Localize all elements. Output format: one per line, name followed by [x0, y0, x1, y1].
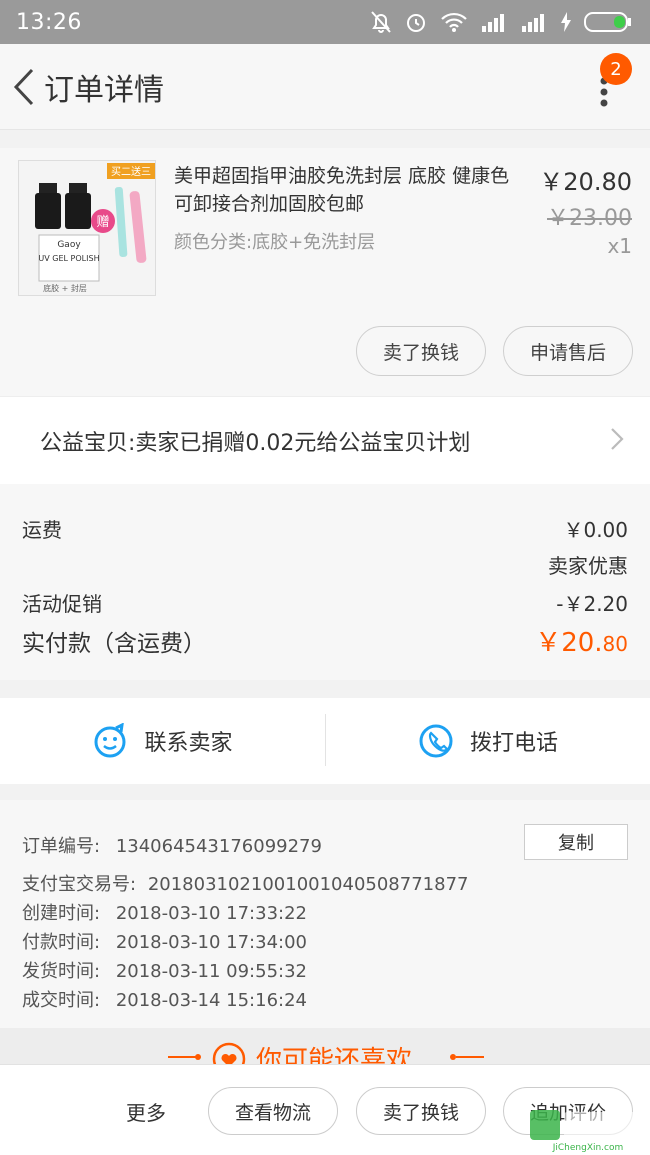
alipay-row: 支付宝交易号: 2018031021001001040508771877 — [22, 870, 468, 896]
order-number: 134064543176099279 — [115, 836, 322, 857]
paid-amount: ￥20.80 — [535, 622, 628, 659]
shipped-row: 发货时间: 2018-03-11 09:55:32 — [22, 957, 307, 983]
phone-icon — [419, 724, 453, 758]
created-label: 创建时间: — [22, 903, 101, 924]
seller-discount-note: 卖家优惠 — [548, 554, 628, 578]
signal-icon — [482, 14, 504, 32]
sell-again-button[interactable]: 卖了换钱 — [356, 1087, 486, 1135]
contact-bar: 联系卖家 拨打电话 — [0, 698, 650, 784]
created-time: 2018-03-10 17:33:22 — [115, 903, 307, 924]
mute-icon — [371, 11, 391, 33]
copy-button[interactable]: 复制 — [524, 824, 628, 860]
order-number-row: 订单编号: 134064543176099279 — [22, 832, 322, 858]
paid-row: 付款时间: 2018-03-10 17:34:00 — [22, 928, 307, 954]
product-price: ￥20.80 — [539, 168, 632, 196]
notification-badge: 2 — [600, 53, 632, 85]
product-image[interactable]: 买二送三 赠 Gaoy UV GEL POLISH 底胶 + 封层 — [18, 160, 156, 296]
completed-label: 成交时间: — [22, 990, 101, 1011]
created-row: 创建时间: 2018-03-10 17:33:22 — [22, 899, 307, 925]
shipped-time: 2018-03-11 09:55:32 — [115, 961, 307, 982]
shipping-value: ￥0.00 — [563, 518, 628, 542]
chat-face-icon — [94, 723, 126, 758]
paid-time: 2018-03-10 17:34:00 — [115, 932, 307, 953]
site-watermark-logo: JiChengXin.com — [528, 1108, 648, 1154]
original-price: ￥23.00 — [547, 206, 632, 231]
back-button[interactable] — [4, 57, 44, 117]
watermark-logo: JiChengXin.com — [530, 1110, 642, 1153]
wifi-icon — [441, 12, 467, 32]
status-bar: 13:26 — [0, 0, 650, 44]
sell-button[interactable]: 卖了换钱 — [356, 326, 486, 376]
call-phone-label: 拨打电话 — [469, 731, 558, 756]
alarm-icon — [407, 14, 425, 32]
battery-icon — [584, 12, 631, 32]
alipay-label: 支付宝交易号: — [22, 874, 137, 895]
after-sales-button[interactable]: 申请售后 — [503, 326, 633, 376]
promo-value: -￥2.20 — [556, 592, 628, 616]
alipay-number: 2018031021001001040508771877 — [147, 874, 469, 895]
cost-summary: 运费 ￥0.00 卖家优惠 活动促销 -￥2.20 实付款（含运费） ￥20.8… — [0, 484, 650, 680]
charging-icon — [561, 12, 571, 32]
svg-text:买二送三: 买二送三 — [111, 165, 151, 178]
contact-seller-label: 联系卖家 — [144, 731, 233, 756]
product-card[interactable]: 买二送三 赠 Gaoy UV GEL POLISH 底胶 + 封层 美甲超固指甲… — [0, 148, 650, 396]
nav-bar: 订单详情 2 — [0, 44, 650, 130]
view-logistics-button[interactable]: 查看物流 — [208, 1087, 338, 1135]
signal-icon — [522, 14, 544, 32]
order-info: 订单编号: 134064543176099279 复制 支付宝交易号: 2018… — [0, 800, 650, 1028]
svg-text:底胶 + 封层: 底胶 + 封层 — [43, 283, 87, 293]
product-quantity: x1 — [607, 234, 632, 258]
svg-text:Gaoy: Gaoy — [57, 240, 81, 250]
charity-text: 公益宝贝:卖家已捐赠0.02元给公益宝贝计划 — [40, 431, 471, 456]
decor-line-right — [450, 1054, 484, 1060]
more-button[interactable]: 更多 — [126, 1097, 166, 1126]
status-icons — [370, 10, 632, 34]
decor-line-left — [168, 1054, 201, 1060]
svg-text:JiChengXin.com: JiChengXin.com — [552, 1143, 624, 1153]
shipping-label: 运费 — [22, 518, 62, 542]
charity-row[interactable]: 公益宝贝:卖家已捐赠0.02元给公益宝贝计划 — [0, 396, 650, 484]
chevron-right-icon — [611, 428, 624, 450]
status-time: 13:26 — [16, 9, 82, 35]
svg-text:UV GEL POLISH: UV GEL POLISH — [38, 254, 99, 263]
paid-label: 实付款（含运费） — [22, 631, 206, 657]
recommend-section: 你可能还喜欢 — [0, 1028, 650, 1068]
contact-seller-button[interactable]: 联系卖家 — [0, 698, 325, 784]
paid-time-label: 付款时间: — [22, 932, 101, 953]
page-title: 订单详情 — [44, 72, 164, 108]
call-phone-button[interactable]: 拨打电话 — [326, 698, 650, 784]
completed-time: 2018-03-14 15:16:24 — [115, 990, 307, 1011]
completed-row: 成交时间: 2018-03-14 15:16:24 — [22, 986, 307, 1012]
paid-amount-decimal: 80 — [602, 632, 628, 656]
paid-amount-main: ￥20. — [535, 628, 603, 658]
svg-text:赠: 赠 — [96, 215, 109, 230]
shipped-label: 发货时间: — [22, 961, 101, 982]
promo-label: 活动促销 — [22, 592, 102, 616]
product-sku: 颜色分类:底胶+免洗封层 — [174, 232, 376, 253]
product-title[interactable]: 美甲超固指甲油胶免洗封层 底胶 健康色 可卸接合剂加固胶包邮 — [174, 162, 534, 218]
order-number-label: 订单编号: — [22, 836, 101, 857]
chevron-left-icon — [13, 68, 34, 105]
product-photo: 买二送三 赠 Gaoy UV GEL POLISH 底胶 + 封层 — [19, 161, 155, 295]
